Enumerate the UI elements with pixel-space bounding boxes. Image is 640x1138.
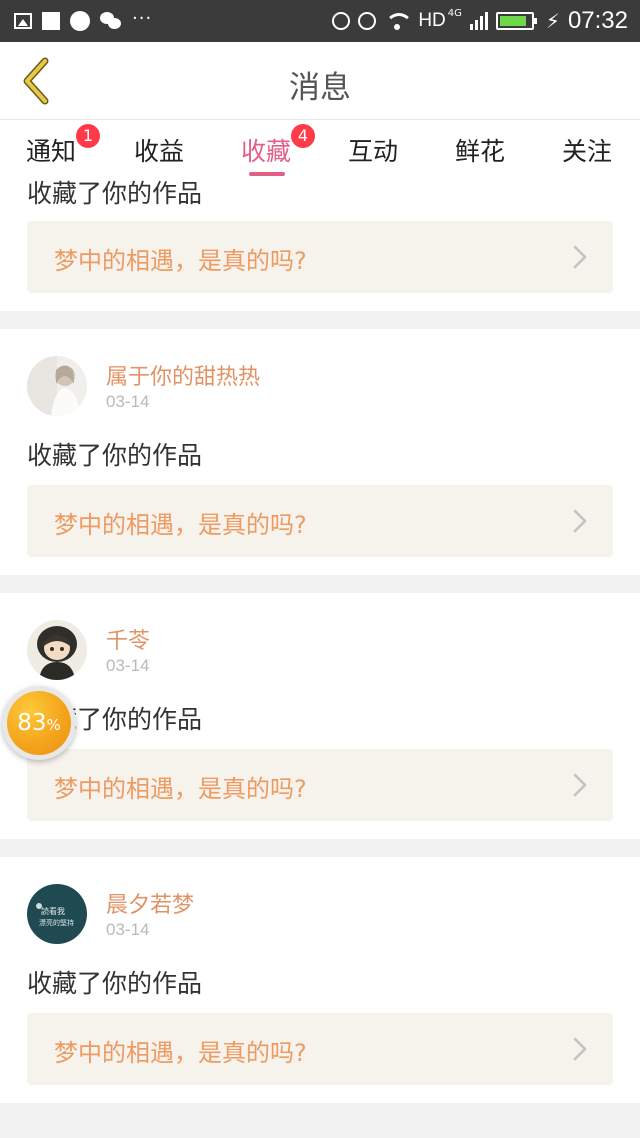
avatar-text: 漂亮的堅持 (39, 918, 74, 927)
date-text: 03-14 (106, 656, 150, 675)
user-name[interactable]: 属于你的甜热热 (106, 359, 260, 391)
tab-flowers[interactable]: 鲜花 (455, 132, 505, 168)
progress-unit: % (46, 716, 61, 734)
work-title: 梦中的相遇，是真的吗? (54, 247, 307, 275)
tab-favorites[interactable]: 收藏 4 (241, 124, 316, 168)
tab-label: 收益 (134, 137, 185, 166)
chevron-right-icon (573, 773, 587, 797)
avatar[interactable] (27, 356, 87, 416)
active-tab-indicator (249, 172, 285, 176)
tab-label: 鲜花 (455, 137, 506, 166)
date-text: 03-14 (106, 392, 150, 411)
tab-bar: 通知 1 收益 收藏 4 互动 鲜花 关注 (0, 120, 640, 178)
unread-badge: 4 (291, 124, 316, 148)
more-notifications-text: ··· (132, 7, 153, 29)
tab-earnings[interactable]: 收益 (134, 132, 184, 168)
gallery-icon (14, 13, 32, 29)
signal-icon (469, 12, 488, 30)
work-link[interactable]: 梦中的相遇，是真的吗? (27, 1013, 613, 1085)
alarm-icon (358, 12, 377, 30)
network-hd-label: HD (418, 10, 446, 31)
action-text: 收藏了你的作品 (27, 969, 203, 998)
work-link[interactable]: 梦中的相遇，是真的吗? (27, 221, 613, 293)
list-item[interactable]: 読看我 漂亮的堅持 晨夕若梦 03-14 收藏了你的作品 梦中的相遇，是真的吗? (0, 857, 640, 1103)
notification-square-icon (42, 12, 60, 30)
page-title: 消息 (289, 70, 351, 106)
tab-follows[interactable]: 关注 (562, 132, 612, 168)
progress-value: 83 (17, 710, 47, 736)
work-title: 梦中的相遇，是真的吗? (54, 775, 307, 803)
action-text: 收藏了你的作品 (27, 179, 203, 208)
progress-indicator: 83% (7, 691, 71, 755)
avatar-text: 読看我 (41, 906, 65, 916)
user-name[interactable]: 晨夕若梦 (106, 887, 194, 919)
nfc-icon (332, 12, 351, 30)
clock-time: 07:32 (567, 7, 628, 34)
work-title: 梦中的相遇，是真的吗? (54, 1039, 307, 1067)
chevron-right-icon (573, 245, 587, 269)
list-item[interactable]: 收藏了你的作品 梦中的相遇，是真的吗? (0, 178, 640, 311)
action-text: 收藏了你的作品 (27, 441, 203, 470)
chevron-right-icon (573, 509, 587, 533)
avatar[interactable] (27, 620, 87, 680)
work-link[interactable]: 梦中的相遇，是真的吗? (27, 749, 613, 821)
unread-badge: 1 (76, 124, 101, 148)
floating-progress-button[interactable]: 83% (2, 686, 76, 760)
wechat-icon (100, 12, 122, 30)
list-item[interactable]: 属于你的甜热热 03-14 收藏了你的作品 梦中的相遇，是真的吗? (0, 329, 640, 575)
wifi-icon (384, 11, 411, 31)
battery-icon (495, 12, 537, 30)
tab-label: 关注 (562, 137, 613, 166)
tab-label: 收藏 (241, 137, 292, 166)
chevron-right-icon (573, 1037, 587, 1061)
work-link[interactable]: 梦中的相遇，是真的吗? (27, 485, 613, 557)
tab-label: 通知 (26, 137, 77, 166)
tab-interactions[interactable]: 互动 (348, 132, 398, 168)
avatar[interactable]: 読看我 漂亮的堅持 (27, 884, 87, 944)
status-bar: ··· HD 4G ⚡ 07:32 (0, 0, 640, 42)
tab-notifications[interactable]: 通知 1 (26, 124, 101, 168)
network-4g-label: 4G (447, 7, 462, 19)
app-header: 消息 (0, 42, 640, 120)
tab-label: 互动 (348, 137, 399, 166)
charging-icon: ⚡ (545, 9, 560, 33)
date-text: 03-14 (106, 920, 150, 939)
work-title: 梦中的相遇，是真的吗? (54, 511, 307, 539)
user-name[interactable]: 千苓 (106, 623, 150, 655)
globe-icon (70, 11, 90, 31)
list-item[interactable]: 千苓 03-14 收藏了你的作品 梦中的相遇，是真的吗? (0, 593, 640, 839)
